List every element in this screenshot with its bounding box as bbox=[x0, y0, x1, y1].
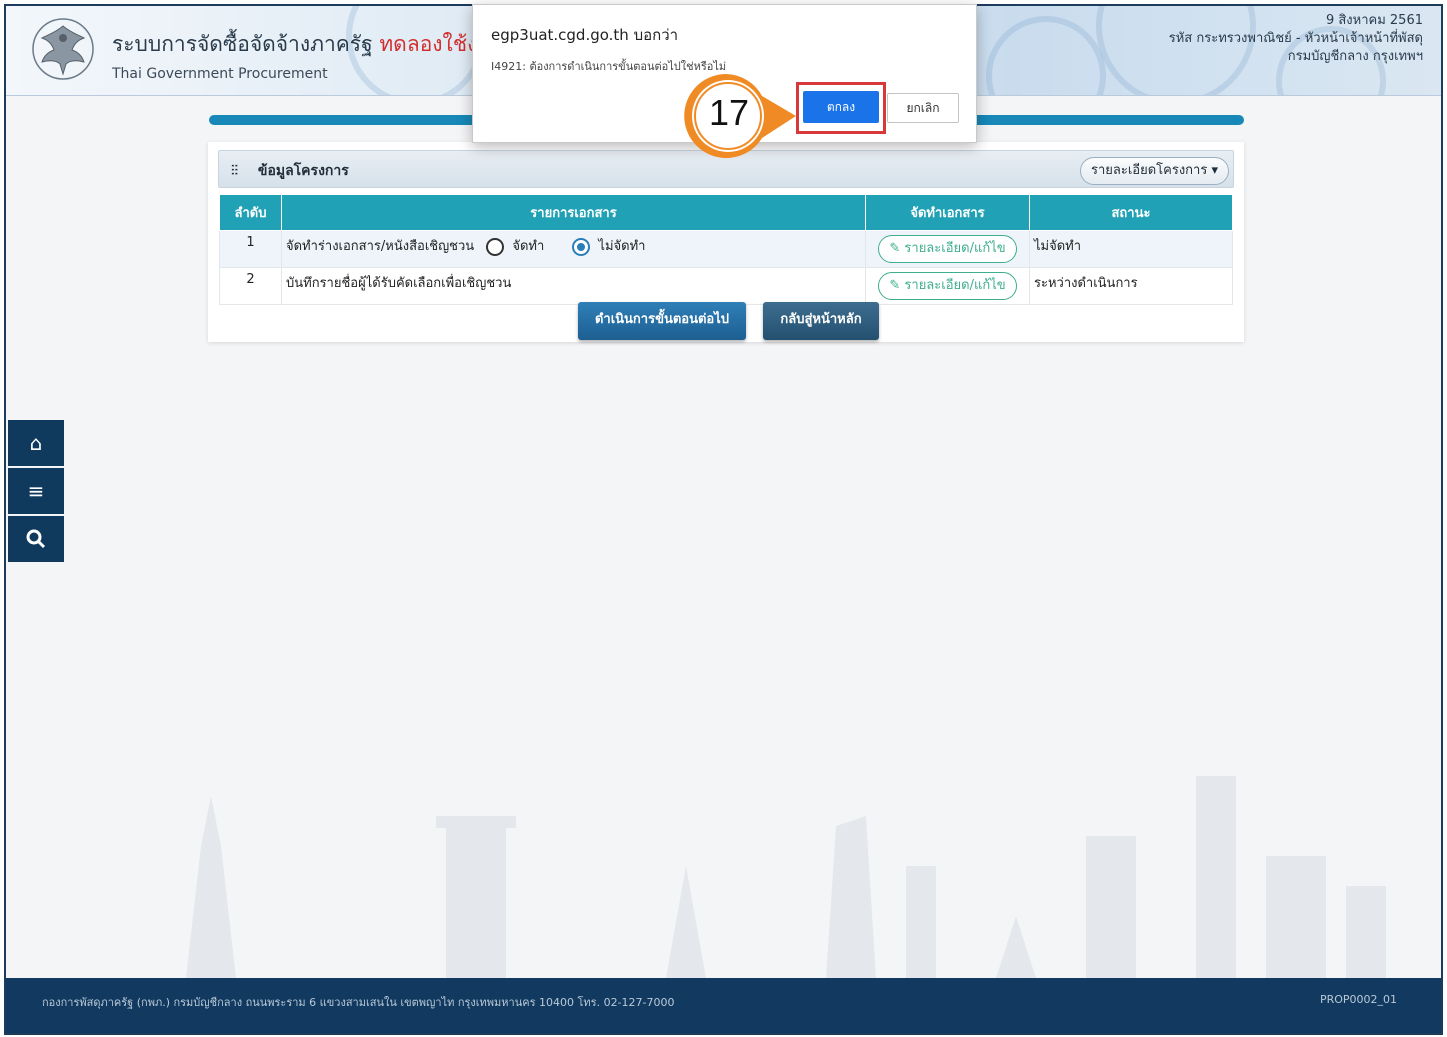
row-doc: บันทึกรายชื่อผู้ได้รับคัดเลือกเพื่อเชิญช… bbox=[281, 267, 866, 305]
step-number: 17 bbox=[708, 92, 750, 133]
edit-button-label: รายละเอียด/แก้ไข bbox=[904, 278, 1006, 293]
city-silhouette bbox=[186, 776, 1386, 978]
home-icon[interactable]: ⌂ bbox=[8, 420, 64, 466]
col-header-no: ลำดับ bbox=[219, 194, 282, 231]
site-footer: กองการพัสดุภาครัฐ (กพภ.) กรมบัญชีกลาง ถน… bbox=[6, 978, 1441, 1033]
row-no: 1 bbox=[219, 230, 282, 268]
row-doc-label: จัดทำร่างเอกสาร/หนังสือเชิญชวน bbox=[286, 239, 475, 254]
garuda-logo bbox=[32, 18, 94, 80]
cancel-button[interactable]: ยกเลิก bbox=[887, 93, 959, 123]
table-row: 1 จัดทำร่างเอกสาร/หนังสือเชิญชวน จัดทำ ไ… bbox=[219, 230, 1233, 268]
panel-title: ⫶⫶ ข้อมูลโครงการ bbox=[231, 160, 349, 182]
project-panel: ⫶⫶ ข้อมูลโครงการ รายละเอียดโครงการ ▾ ลำด… bbox=[208, 142, 1244, 342]
user-role: รหัส กระทรวงพาณิชย์ - หัวหน้าเจ้าหน้าที่… bbox=[1168, 31, 1423, 46]
site-title: ระบบการจัดซื้อจัดจ้างภาครัฐ ทดลองใช้งาน bbox=[112, 28, 503, 61]
row-no: 2 bbox=[219, 267, 282, 305]
edit-button[interactable]: ✎ รายละเอียด/แก้ไข bbox=[878, 272, 1017, 300]
next-step-button[interactable]: ดำเนินการขั้นตอนต่อไป bbox=[578, 302, 746, 340]
site-title-text: ระบบการจัดซื้อจัดจ้างภาครัฐ bbox=[112, 32, 373, 56]
radio-no-make[interactable] bbox=[572, 237, 591, 256]
edit-icon: ✎ bbox=[889, 278, 905, 293]
search-icon[interactable] bbox=[8, 516, 64, 562]
row-status: ระหว่างดำเนินการ bbox=[1029, 267, 1233, 305]
row-action: ✎ รายละเอียด/แก้ไข bbox=[865, 230, 1030, 268]
table-row: 2 บันทึกรายชื่อผู้ได้รับคัดเลือกเพื่อเชิ… bbox=[219, 267, 1233, 305]
radio-make[interactable] bbox=[486, 237, 505, 256]
side-nav: ⌂ ≡ bbox=[8, 420, 64, 564]
page-code: PROP0002_01 bbox=[1319, 993, 1397, 1006]
dialog-host: egp3uat.cgd.go.th บอกว่า bbox=[491, 26, 679, 44]
edit-icon: ✎ bbox=[889, 241, 905, 256]
row-status: ไม่จัดทำ bbox=[1029, 230, 1233, 268]
document-table: ลำดับ รายการเอกสาร จัดทำเอกสาร สถานะ 1 จ… bbox=[219, 194, 1233, 305]
project-detail-dropdown[interactable]: รายละเอียดโครงการ ▾ bbox=[1080, 157, 1229, 185]
row-doc: จัดทำร่างเอกสาร/หนังสือเชิญชวน จัดทำ ไม่… bbox=[281, 230, 866, 268]
edit-button-label: รายละเอียด/แก้ไข bbox=[904, 241, 1006, 256]
user-dept: กรมบัญชีกลาง กรุงเทพฯ bbox=[1287, 49, 1423, 64]
site-subtitle: Thai Government Procurement bbox=[112, 66, 328, 82]
col-header-doc: รายการเอกสาร bbox=[281, 194, 866, 231]
row-action: ✎ รายละเอียด/แก้ไข bbox=[865, 267, 1030, 305]
col-header-status: สถานะ bbox=[1029, 194, 1233, 231]
radio-no-make-label: ไม่จัดทำ bbox=[598, 239, 646, 254]
current-date: 9 สิงหาคม 2561 bbox=[1325, 13, 1423, 28]
sliders-icon: ⫶⫶ bbox=[231, 163, 238, 179]
back-home-button[interactable]: กลับสู่หน้าหลัก bbox=[763, 302, 879, 340]
user-info: 9 สิงหาคม 2561 รหัส กระทรวงพาณิชย์ - หัว… bbox=[1169, 12, 1423, 66]
edit-button[interactable]: ✎ รายละเอียด/แก้ไข bbox=[878, 235, 1017, 263]
col-header-action: จัดทำเอกสาร bbox=[865, 194, 1030, 231]
menu-icon[interactable]: ≡ bbox=[8, 468, 64, 514]
ok-button[interactable]: ตกลง bbox=[803, 91, 879, 123]
radio-make-label: จัดทำ bbox=[512, 239, 545, 254]
panel-title-text: ข้อมูลโครงการ bbox=[257, 163, 349, 179]
footer-address: กองการพัสดุภาครัฐ (กพภ.) กรมบัญชีกลาง ถน… bbox=[42, 996, 675, 1009]
